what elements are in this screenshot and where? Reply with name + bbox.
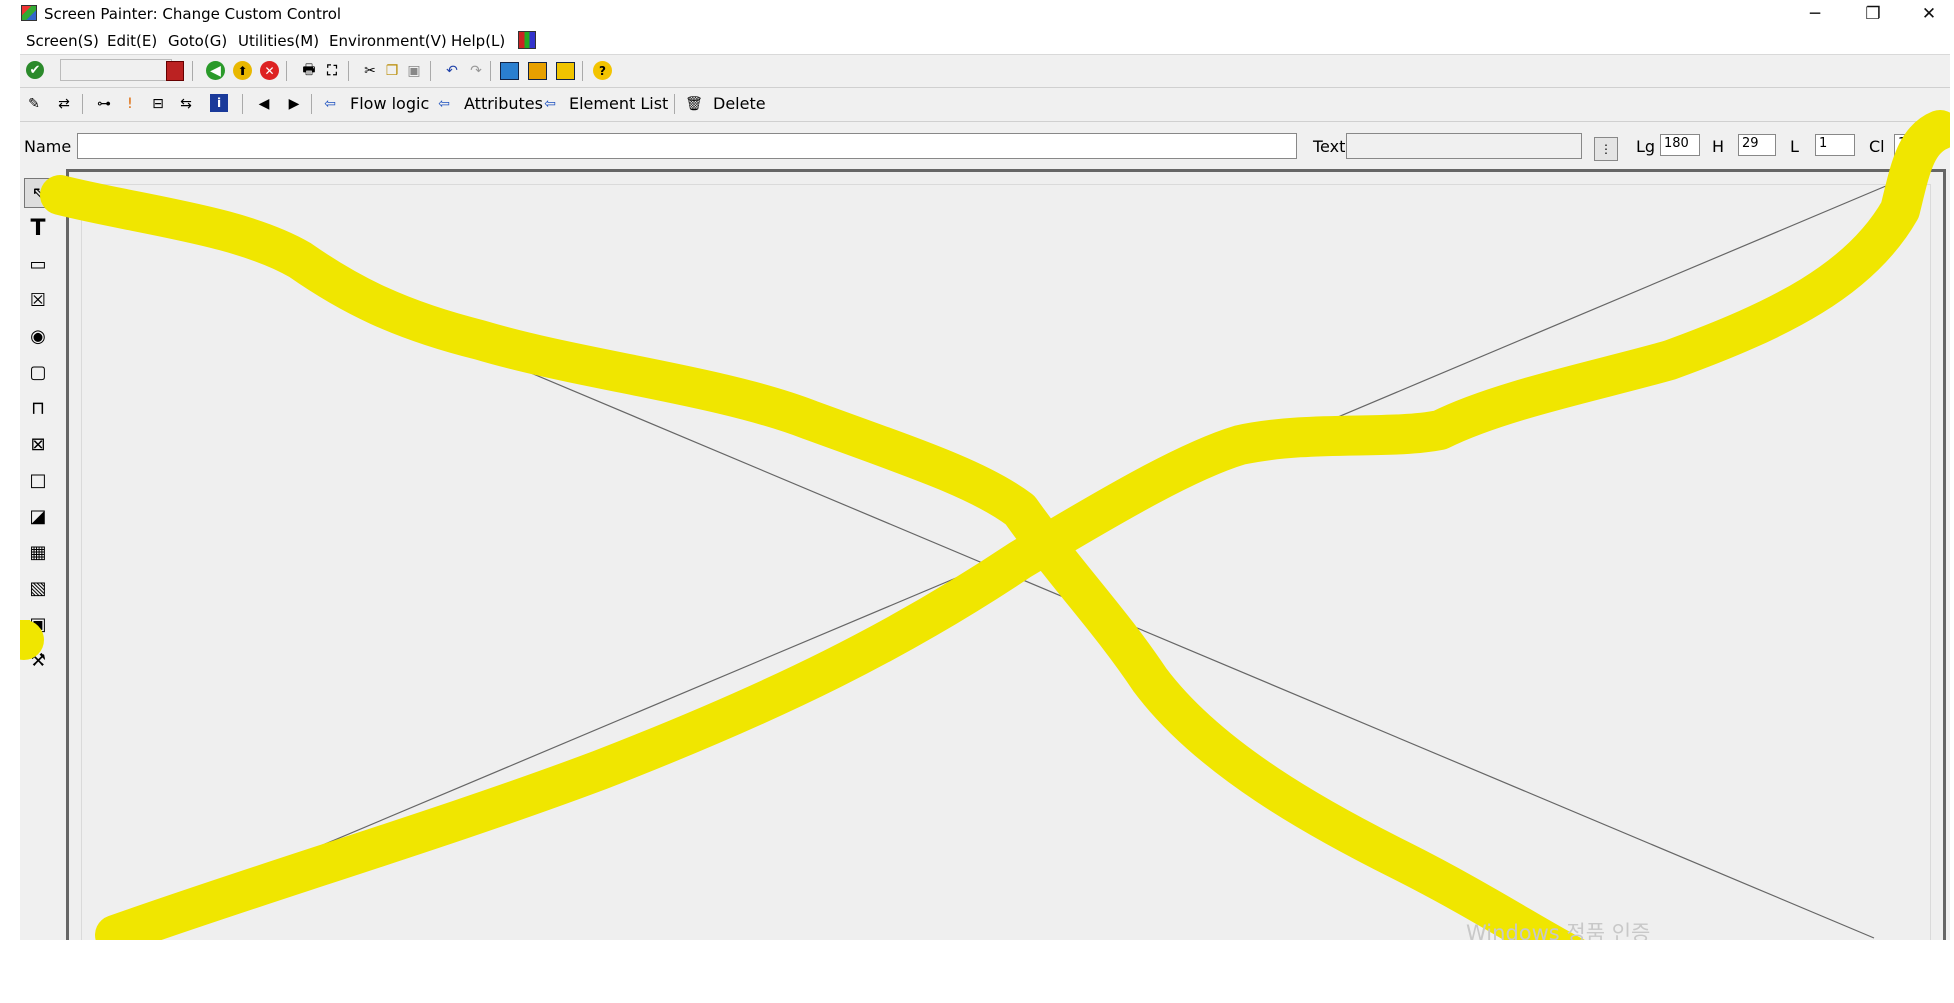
annotation-overlay	[20, 110, 1950, 940]
highlight-marker	[20, 620, 44, 660]
highlighter-stroke	[95, 110, 1950, 940]
screen-painter-window: Screen Painter: Change Custom Control ─ …	[20, 0, 1950, 940]
highlighter-stroke	[40, 175, 1585, 940]
activation-watermark: Windows 정품 인증	[1466, 921, 1651, 940]
